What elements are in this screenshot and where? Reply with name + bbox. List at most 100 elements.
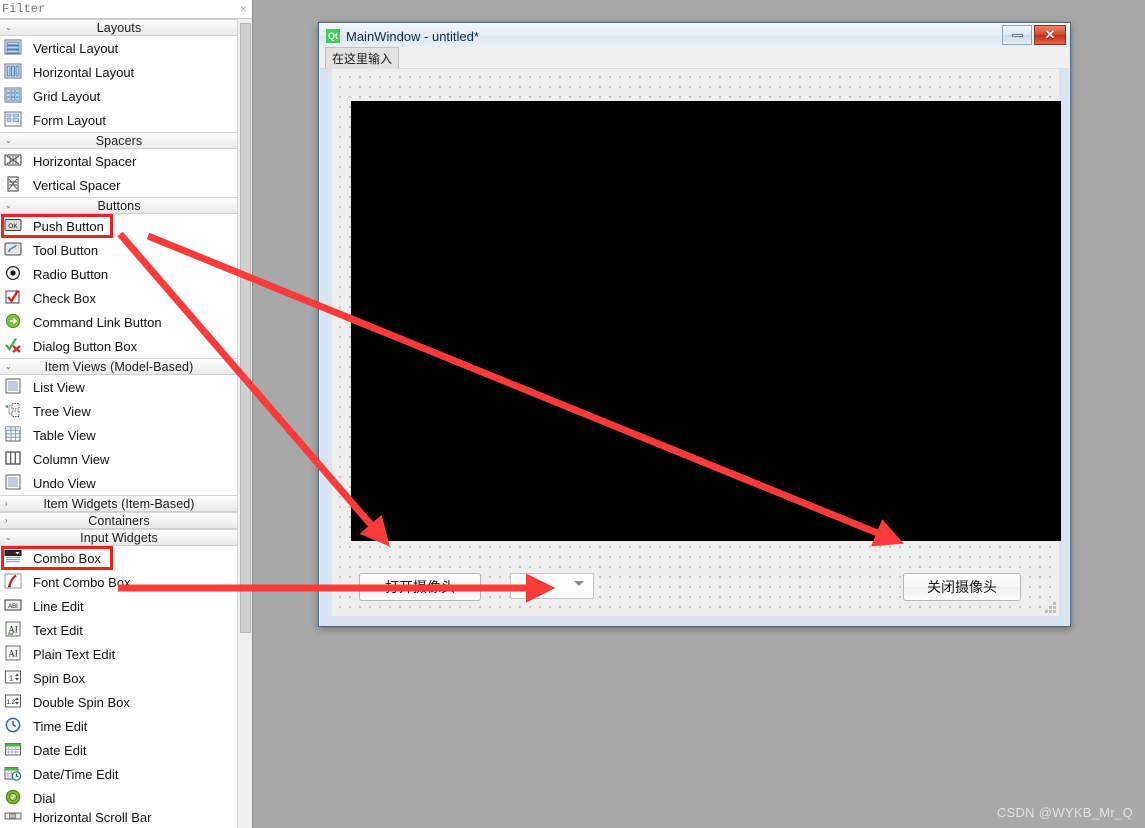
widget-item-label: Spin Box bbox=[33, 670, 86, 686]
resize-grip[interactable] bbox=[1044, 601, 1056, 613]
widget-item-label: Column View bbox=[33, 451, 110, 467]
svg-text:ABI: ABI bbox=[8, 604, 18, 610]
list-view-icon bbox=[4, 378, 24, 396]
widget-item-date-edit[interactable]: Date Edit bbox=[0, 738, 238, 762]
widget-item-label: Check Box bbox=[33, 290, 96, 306]
push-button-icon: OK bbox=[4, 217, 24, 235]
section-label: Item Widgets (Item-Based) bbox=[43, 496, 195, 511]
date-time-edit-icon bbox=[4, 765, 24, 783]
watermark: CSDN @WYKB_Mr_Q bbox=[996, 805, 1133, 820]
widget-item-radio-button[interactable]: Radio Button bbox=[0, 262, 238, 286]
widget-item-horizontal-scroll-bar[interactable]: Horizontal Scroll Bar bbox=[0, 810, 238, 824]
undo-view-icon bbox=[4, 474, 24, 492]
menubar[interactable]: 在这里输入 bbox=[320, 47, 1069, 70]
section-label: Item Views (Model-Based) bbox=[44, 359, 194, 374]
window-controls: ✕ bbox=[1002, 25, 1066, 45]
widget-item-horizontal-layout[interactable]: Horizontal Layout bbox=[0, 60, 238, 84]
chevron-down-icon: ⌄ bbox=[5, 361, 12, 371]
widget-item-form-layout[interactable]: Form Layout bbox=[0, 108, 238, 132]
widget-item-vertical-spacer[interactable]: Vertical Spacer bbox=[0, 173, 238, 197]
form-canvas[interactable]: 打开摄像头 关闭摄像头 bbox=[320, 69, 1069, 626]
widget-item-label: Horizontal Spacer bbox=[33, 153, 137, 169]
widget-item-text-edit[interactable]: AI Text Edit bbox=[0, 618, 238, 642]
widget-item-table-view[interactable]: Table View bbox=[0, 423, 238, 447]
widget-item-dialog-button-box[interactable]: Dialog Button Box bbox=[0, 334, 238, 358]
widget-item-dial[interactable]: Dial bbox=[0, 786, 238, 810]
widget-item-command-link-button[interactable]: Command Link Button bbox=[0, 310, 238, 334]
widget-item-font-combo-box[interactable]: Font Combo Box bbox=[0, 570, 238, 594]
section-header-item-views-model-based[interactable]: ⌄ Item Views (Model-Based) bbox=[0, 358, 238, 375]
widget-item-grid-layout[interactable]: Grid Layout bbox=[0, 84, 238, 108]
svg-text:AI: AI bbox=[8, 649, 18, 659]
filter-row: ✕ bbox=[0, 0, 252, 19]
titlebar[interactable]: Qt MainWindow - untitled* ✕ bbox=[319, 23, 1070, 49]
widget-item-label: Combo Box bbox=[33, 550, 101, 566]
svg-text:1: 1 bbox=[9, 674, 13, 683]
camera-combo-box[interactable] bbox=[510, 573, 594, 599]
widget-item-tool-button[interactable]: Tool Button bbox=[0, 238, 238, 262]
widget-item-spin-box[interactable]: 1 Spin Box bbox=[0, 666, 238, 690]
widget-item-time-edit[interactable]: Time Edit bbox=[0, 714, 238, 738]
tree-view-icon bbox=[4, 402, 24, 420]
widget-item-undo-view[interactable]: Undo View bbox=[0, 471, 238, 495]
chevron-down-icon: ⌄ bbox=[5, 22, 12, 32]
table-view-icon bbox=[4, 426, 24, 444]
widget-item-label: Undo View bbox=[33, 475, 96, 491]
widget-item-combo-box[interactable]: Combo Box bbox=[0, 546, 238, 570]
section-header-item-widgets-item-based[interactable]: › Item Widgets (Item-Based) bbox=[0, 495, 238, 512]
widget-item-tree-view[interactable]: Tree View bbox=[0, 399, 238, 423]
widget-item-label: Plain Text Edit bbox=[33, 646, 116, 662]
widget-item-label: Text Edit bbox=[33, 622, 83, 638]
section-header-spacers[interactable]: ⌄ Spacers bbox=[0, 132, 238, 149]
column-view-icon bbox=[4, 450, 24, 468]
widget-item-label: Double Spin Box bbox=[33, 694, 130, 710]
chevron-down-icon: ⌄ bbox=[5, 200, 12, 210]
filter-input[interactable] bbox=[2, 1, 242, 17]
minimize-button[interactable] bbox=[1002, 25, 1032, 45]
widget-item-label: Line Edit bbox=[33, 598, 84, 614]
section-label: Layouts bbox=[96, 20, 142, 35]
clear-icon[interactable]: ✕ bbox=[239, 5, 248, 14]
section-label: Containers bbox=[88, 513, 150, 528]
widget-item-push-button[interactable]: OK Push Button bbox=[0, 214, 238, 238]
sidebar-scrollbar-track[interactable] bbox=[237, 19, 252, 828]
video-preview-label[interactable] bbox=[351, 101, 1061, 541]
widget-item-label: Table View bbox=[33, 427, 96, 443]
svg-text:OK: OK bbox=[8, 223, 18, 230]
widget-item-vertical-layout[interactable]: Vertical Layout bbox=[0, 36, 238, 60]
section-label: Buttons bbox=[97, 198, 141, 213]
chevron-down-icon bbox=[574, 581, 584, 586]
spin-box-icon: 1 bbox=[4, 669, 24, 687]
dial-icon bbox=[4, 789, 24, 807]
section-header-buttons[interactable]: ⌄ Buttons bbox=[0, 197, 238, 214]
section-header-layouts[interactable]: ⌄ Layouts bbox=[0, 19, 238, 36]
open-camera-button[interactable]: 打开摄像头 bbox=[359, 573, 481, 601]
widget-item-check-box[interactable]: Check Box bbox=[0, 286, 238, 310]
widget-list[interactable]: ⌄ Layouts Vertical Layout Horizontal Layout… bbox=[0, 19, 238, 828]
widget-item-date-time-edit[interactable]: Date/Time Edit bbox=[0, 762, 238, 786]
form-layout-icon bbox=[4, 111, 24, 129]
widget-item-label: Vertical Layout bbox=[33, 40, 119, 56]
widget-item-label: Dialog Button Box bbox=[33, 338, 138, 354]
widget-item-label: Date Edit bbox=[33, 742, 87, 758]
widget-item-plain-text-edit[interactable]: AI Plain Text Edit bbox=[0, 642, 238, 666]
widget-item-double-spin-box[interactable]: 1.2 Double Spin Box bbox=[0, 690, 238, 714]
chevron-right-icon: › bbox=[5, 498, 8, 508]
widget-item-column-view[interactable]: Column View bbox=[0, 447, 238, 471]
tool-button-icon bbox=[4, 241, 24, 259]
section-header-containers[interactable]: › Containers bbox=[0, 512, 238, 529]
date-edit-icon bbox=[4, 741, 24, 759]
widget-item-list-view[interactable]: List View bbox=[0, 375, 238, 399]
sidebar-scrollbar-thumb[interactable] bbox=[240, 23, 251, 633]
svg-text:1.2: 1.2 bbox=[7, 700, 16, 706]
section-header-input-widgets[interactable]: ⌄ Input Widgets bbox=[0, 529, 238, 546]
widget-item-horizontal-spacer[interactable]: Horizontal Spacer bbox=[0, 149, 238, 173]
widget-item-label: Vertical Spacer bbox=[33, 177, 121, 193]
close-camera-button[interactable]: 关闭摄像头 bbox=[903, 573, 1021, 601]
widget-box-panel: ✕ ⌄ Layouts Vertical Layout Horizontal Layo… bbox=[0, 0, 253, 828]
menubar-placeholder[interactable]: 在这里输入 bbox=[325, 47, 400, 70]
combo-box-icon bbox=[4, 549, 24, 567]
mainwindow-preview[interactable]: Qt MainWindow - untitled* ✕ 在这里输入 打开摄像头 … bbox=[318, 22, 1071, 627]
close-button[interactable]: ✕ bbox=[1034, 25, 1066, 45]
widget-item-line-edit[interactable]: ABI Line Edit bbox=[0, 594, 238, 618]
